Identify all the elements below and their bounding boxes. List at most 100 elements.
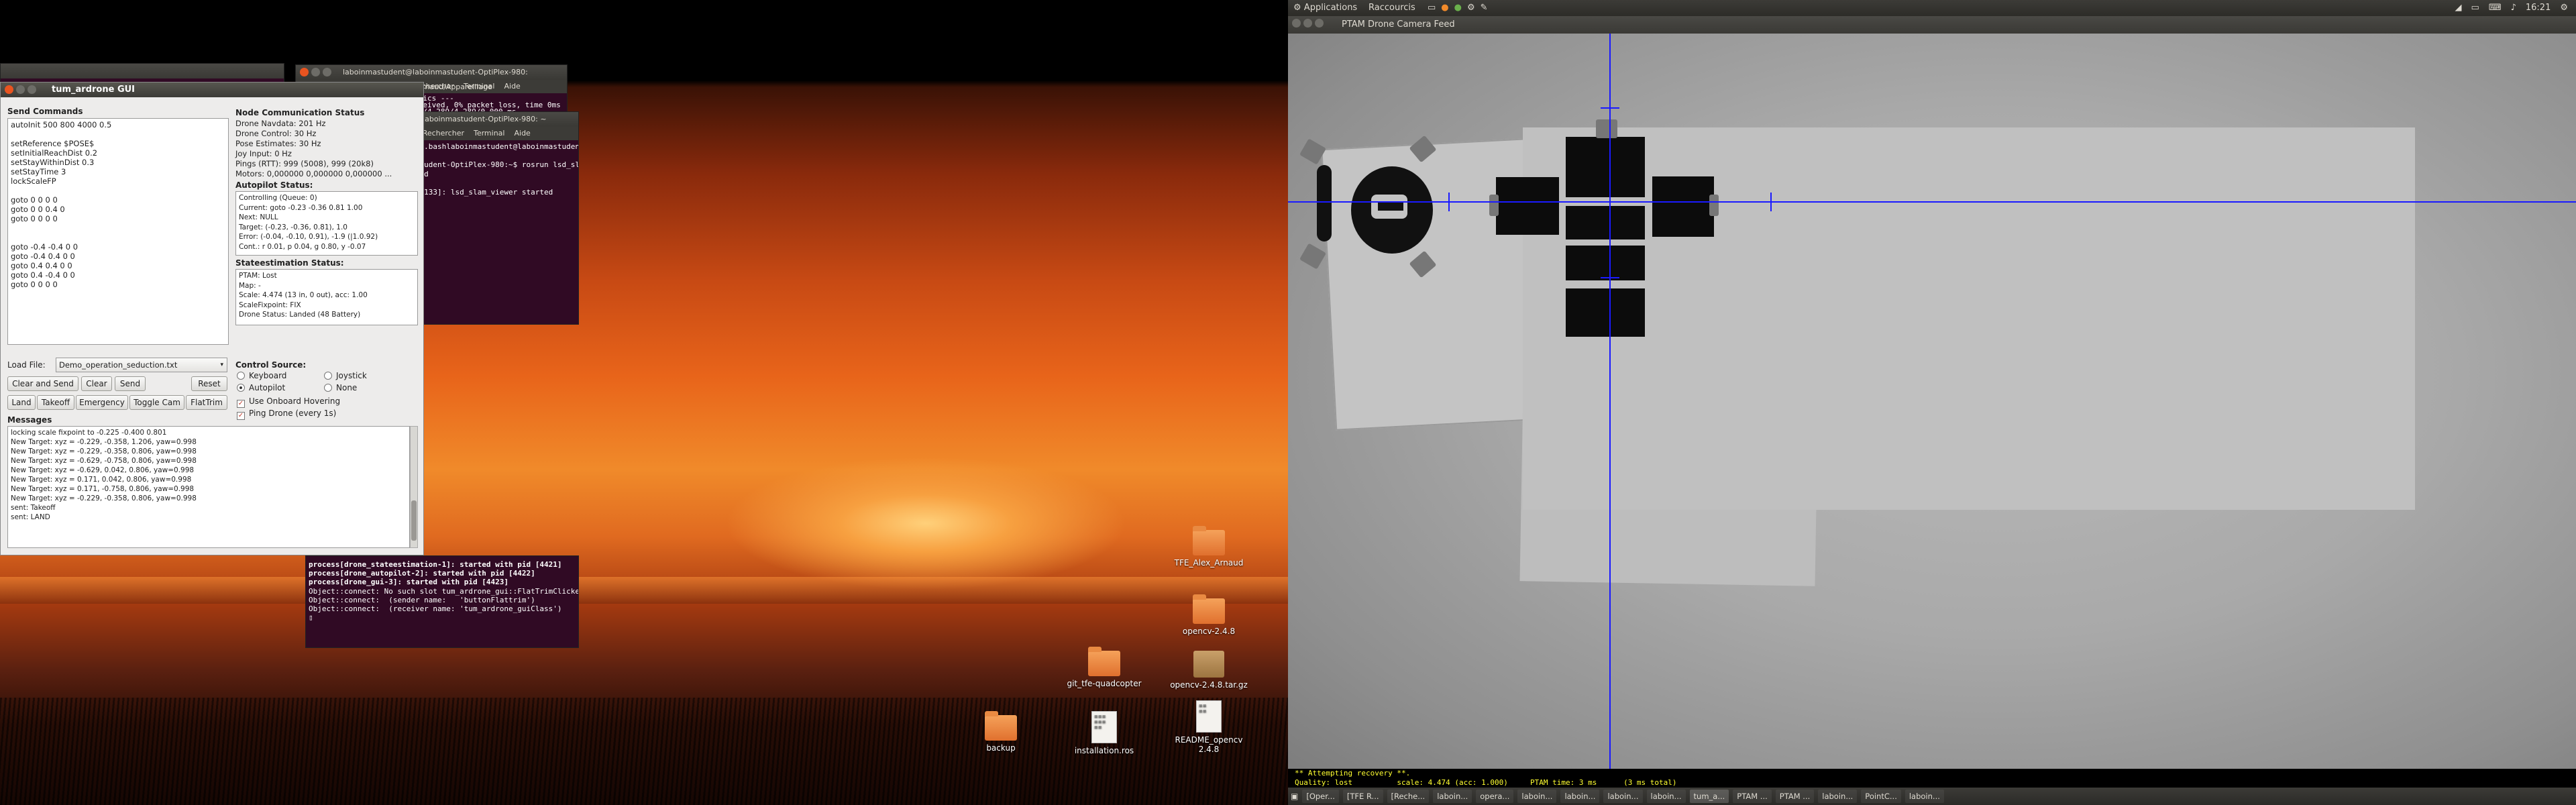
- volume-icon[interactable]: ♪: [2511, 0, 2516, 16]
- scrollbar-thumb[interactable]: [411, 500, 417, 541]
- minimize-icon[interactable]: [1303, 19, 1312, 28]
- clear-and-send-button[interactable]: Clear and Send: [7, 376, 78, 391]
- messages-log: locking scale fixpoint to -0.225 -0.400 …: [7, 426, 410, 548]
- menu-item[interactable]: Aide: [514, 127, 530, 140]
- ptam-camera-window[interactable]: PTAM Drone Camera Feed: [1288, 16, 2576, 788]
- maximize-icon[interactable]: [28, 85, 36, 94]
- desktop-icon-backup[interactable]: backup: [961, 711, 1041, 753]
- window-titlebar[interactable]: PTAM Drone Camera Feed: [1288, 16, 2576, 34]
- taskbar-item[interactable]: [TFE R...: [1342, 790, 1383, 803]
- network-icon[interactable]: ◢: [2455, 0, 2462, 16]
- desktop-icon-readme-opencv[interactable]: ≡≡ ≡≡ README_opencv 2.4.8: [1169, 700, 1249, 754]
- minimize-icon[interactable]: [311, 68, 320, 76]
- radio-autopilot[interactable]: Autopilot: [237, 383, 285, 392]
- reset-button[interactable]: Reset: [191, 376, 227, 391]
- terminal-line: Object::connect: No such slot tum_ardron…: [309, 586, 579, 596]
- checkbox-ping-drone[interactable]: ✓ Ping Drone (every 1s): [237, 409, 336, 420]
- desktop-icon-git-tfe-quadcopter[interactable]: git_tfe-quadcopter: [1064, 647, 1144, 688]
- folder-icon: [985, 711, 1017, 741]
- desktop-icon-installation-ros[interactable]: ≡≡≡ ≡≡≡ ≡≡ installation.ros: [1064, 711, 1144, 755]
- menu-item[interactable]: Terminal: [474, 127, 505, 140]
- menu-label: Applications: [1303, 3, 1358, 13]
- chevron-down-icon: ▾: [220, 362, 223, 368]
- desktop-icon-opencv-tar[interactable]: opencv-2.4.8.tar.gz: [1169, 651, 1249, 690]
- window-title: tum_ardrone GUI: [52, 85, 136, 95]
- checkbox-onboard-hovering[interactable]: ✓ Use Onboard Hovering: [237, 396, 340, 408]
- maximize-icon[interactable]: [1315, 19, 1324, 28]
- flattrim-button[interactable]: FlatTrim: [186, 395, 227, 410]
- window-titlebar[interactable]: laboinmastudent@laboinmastudent-OptiPlex…: [296, 65, 567, 91]
- taskbar-item[interactable]: tum_a...: [1689, 790, 1729, 803]
- radio-selected-icon: [237, 384, 245, 392]
- icon-label: README_opencv 2.4.8: [1175, 735, 1243, 754]
- close-icon[interactable]: [5, 85, 13, 94]
- taskbar-item[interactable]: PTAM ...: [1733, 790, 1772, 803]
- places-menu[interactable]: Raccourcis: [1368, 0, 1415, 16]
- keyboard-icon[interactable]: ⌨: [2489, 0, 2502, 16]
- terminal-processes[interactable]: process[drone_stateestimation-1]: starte…: [305, 555, 579, 648]
- clear-button[interactable]: Clear: [81, 376, 112, 391]
- battery-icon[interactable]: ▭: [2471, 0, 2479, 16]
- close-icon[interactable]: [300, 68, 309, 76]
- tum-ardrone-gui-window[interactable]: tum_ardrone GUI Send Commands autoInit 5…: [0, 82, 424, 555]
- land-button[interactable]: Land: [7, 395, 36, 410]
- package-icon: [1193, 651, 1224, 678]
- window-titlebar[interactable]: [1, 64, 284, 78]
- desktop-icon-opencv[interactable]: opencv-2.4.8: [1169, 594, 1249, 636]
- taskbar-item[interactable]: opera...: [1476, 790, 1514, 803]
- menu-item[interactable]: Aide: [504, 80, 520, 93]
- toggle-cam-button[interactable]: Toggle Cam: [129, 395, 184, 410]
- text-file-icon: ≡≡ ≡≡: [1196, 700, 1222, 733]
- taskbar-item[interactable]: laboin...: [1818, 790, 1858, 803]
- editor-icon[interactable]: ✎: [1481, 3, 1493, 13]
- load-file-value: Demo_operation_seduction.txt: [59, 360, 178, 370]
- power-icon[interactable]: ⚙: [2560, 0, 2568, 16]
- taskbar-item[interactable]: laboin...: [1646, 790, 1686, 803]
- tape: [1299, 243, 1326, 270]
- takeoff-button[interactable]: Takeoff: [37, 395, 74, 410]
- applications-menu[interactable]: ⚙ Applications: [1293, 0, 1357, 16]
- taskbar-item[interactable]: laboin...: [1433, 790, 1472, 803]
- radio-keyboard[interactable]: Keyboard: [237, 371, 286, 380]
- folder-icon: [1193, 594, 1225, 624]
- node-comm-status: Drone Navdata: 201 Hz Drone Control: 30 H…: [235, 119, 392, 179]
- load-file-select[interactable]: Demo_operation_seduction.txt ▾: [56, 358, 227, 372]
- commands-editor[interactable]: autoInit 500 800 4000 0.5 setReference $…: [7, 118, 229, 345]
- radio-joystick[interactable]: Joystick: [324, 371, 367, 380]
- emergency-button[interactable]: Emergency: [76, 395, 128, 410]
- right-desktop: ⚙ Applications Raccourcis ▭●●⚙✎ ◢ ▭ ⌨ ♪ …: [1288, 0, 2576, 805]
- taskbar-item[interactable]: laboin...: [1560, 790, 1600, 803]
- camera-feed: [1288, 34, 2576, 788]
- folder-icon: [1193, 526, 1225, 555]
- clock[interactable]: 16:21: [2526, 0, 2551, 16]
- radio-label: Keyboard: [249, 371, 287, 380]
- taskbar-item[interactable]: [Reche...: [1387, 790, 1430, 803]
- taskbar-item[interactable]: PTAM ...: [1775, 790, 1815, 803]
- radio-icon: [324, 372, 332, 380]
- tape: [1709, 195, 1719, 216]
- send-button[interactable]: Send: [115, 376, 146, 391]
- settings-icon[interactable]: ⚙: [1467, 3, 1481, 13]
- tape: [1596, 119, 1617, 138]
- taskbar-item[interactable]: PointC...: [1861, 790, 1901, 803]
- window-titlebar[interactable]: tum_ardrone GUI: [1, 83, 423, 97]
- desktop-icon-tfe-alex-arnaud[interactable]: TFE_Alex_Arnaud: [1169, 526, 1249, 568]
- node-comm-line: Motors: 0,000000 0,000000 0,000000 ...: [235, 169, 392, 178]
- messages-scrollbar[interactable]: [410, 426, 418, 548]
- radio-none[interactable]: None: [324, 383, 357, 392]
- ubuntu-logo-icon: ⚙: [1293, 3, 1304, 13]
- crosshair-tick-top: [1601, 107, 1619, 109]
- chromium-icon[interactable]: ●: [1454, 3, 1467, 13]
- black-square-top: [1566, 137, 1645, 197]
- taskbar-item[interactable]: laboin...: [1603, 790, 1643, 803]
- firefox-icon[interactable]: ●: [1441, 3, 1454, 13]
- taskbar-item[interactable]: laboin...: [1517, 790, 1557, 803]
- taskbar-item[interactable]: [Oper...: [1302, 790, 1339, 803]
- close-icon[interactable]: [1292, 19, 1301, 28]
- minimize-icon[interactable]: [16, 85, 25, 94]
- show-desktop-icon[interactable]: ▣: [1291, 792, 1298, 801]
- maximize-icon[interactable]: [323, 68, 331, 76]
- menu-item[interactable]: Rechercher: [423, 127, 464, 140]
- node-comm-line: Pose Estimates: 30 Hz: [235, 139, 321, 148]
- taskbar-item[interactable]: laboin...: [1904, 790, 1944, 803]
